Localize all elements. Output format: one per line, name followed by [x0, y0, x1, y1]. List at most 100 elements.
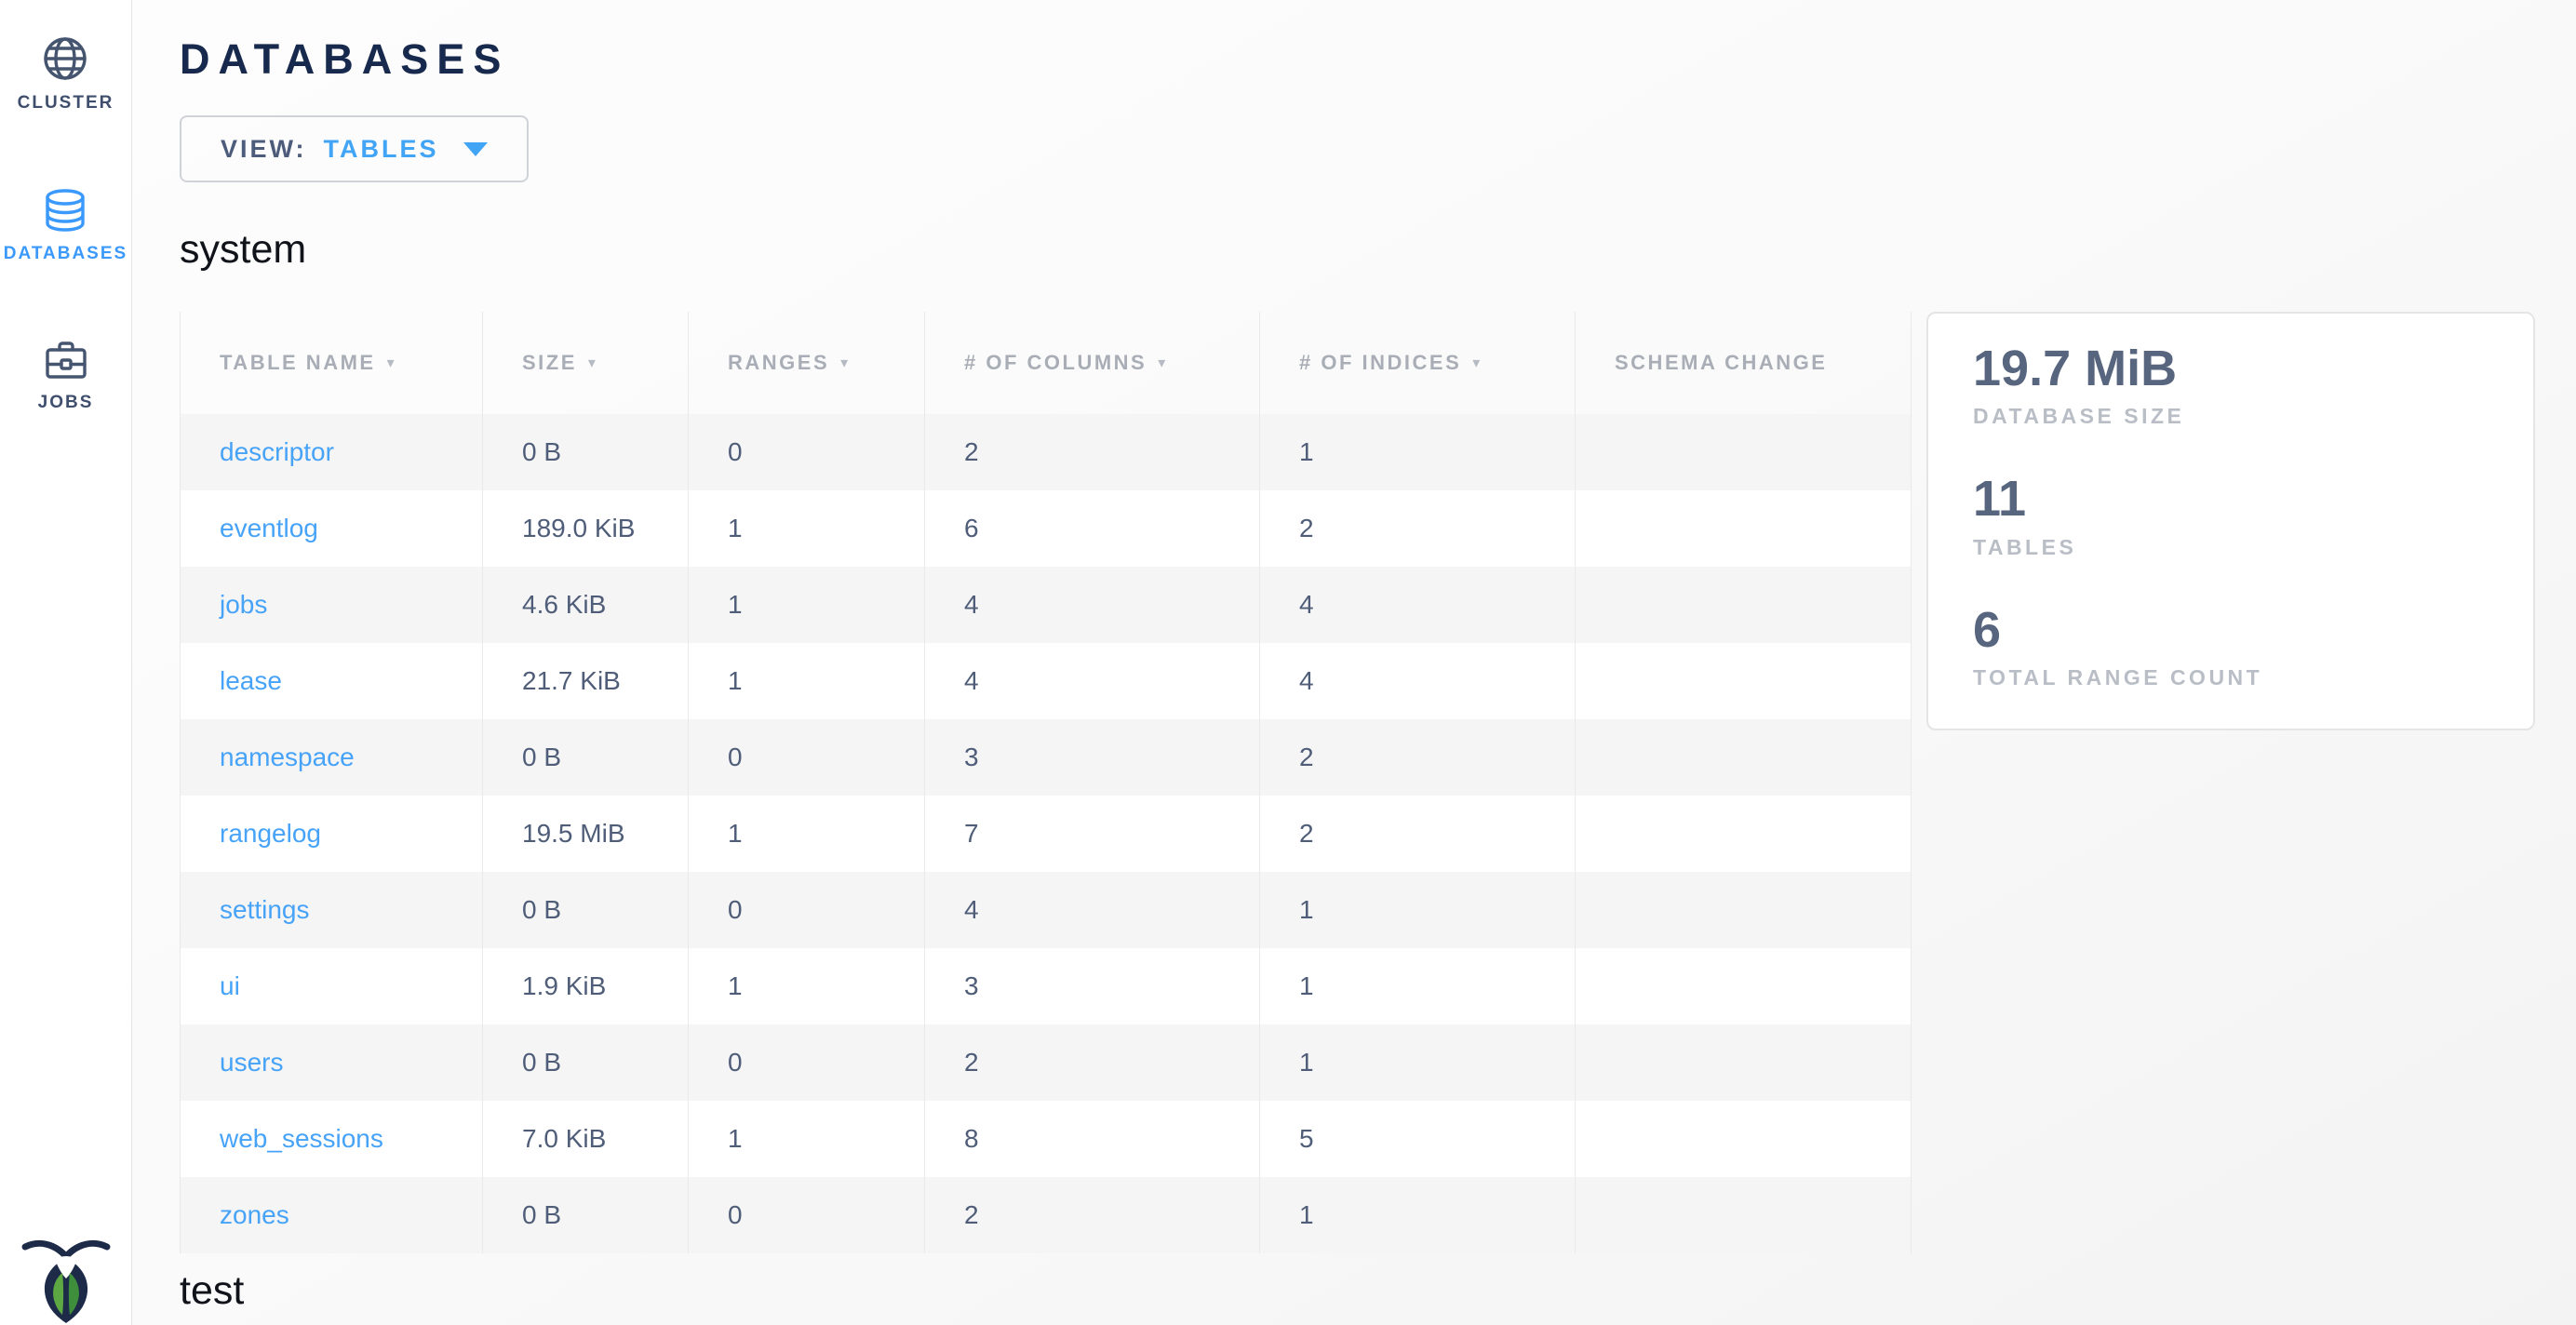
chevron-down-icon	[463, 142, 488, 156]
column-header-table-name[interactable]: TABLE NAME ▾	[181, 312, 483, 414]
summary-value: 6	[1973, 603, 2515, 658]
cell-columns: 4	[925, 567, 1260, 643]
table-row: rangelog 19.5 MiB 1 7 2	[181, 796, 1912, 872]
table-header-row: TABLE NAME▾ SIZE▾ RANGES▾ # OF COLUMNS▾ …	[181, 312, 1912, 414]
cell-schema-change	[1576, 1101, 1912, 1177]
table-link-eventlog[interactable]: eventlog	[220, 514, 318, 542]
main-content: DATABASES VIEW: TABLES system TABLE NAME…	[132, 0, 2576, 1325]
view-dropdown[interactable]: VIEW: TABLES	[180, 115, 529, 182]
table-row: descriptor 0 B 0 2 1	[181, 414, 1912, 490]
table-link-namespace[interactable]: namespace	[220, 743, 355, 771]
cell-table-name: descriptor	[181, 414, 483, 490]
cell-indices: 1	[1260, 1177, 1576, 1253]
cell-size: 19.5 MiB	[483, 796, 689, 872]
table-link-zones[interactable]: zones	[220, 1200, 289, 1229]
cell-size: 0 B	[483, 1177, 689, 1253]
sort-caret-icon: ▾	[588, 355, 598, 371]
cockroachdb-logo	[18, 1234, 114, 1323]
table-link-jobs[interactable]: jobs	[220, 590, 267, 619]
sort-caret-icon: ▾	[1158, 355, 1168, 371]
cell-schema-change	[1576, 643, 1912, 719]
cell-table-name: rangelog	[181, 796, 483, 872]
cell-schema-change	[1576, 872, 1912, 948]
cell-size: 1.9 KiB	[483, 948, 689, 1024]
sidebar-item-label: DATABASES	[4, 244, 127, 264]
database-summary-card: 19.7 MiB DATABASE SIZE 11 TABLES 6 TOTAL…	[1926, 312, 2535, 730]
cell-ranges: 0	[689, 1177, 925, 1253]
cell-ranges: 0	[689, 872, 925, 948]
sort-caret-icon: ▾	[387, 355, 397, 371]
sidebar-item-label: CLUSTER	[18, 93, 114, 114]
column-header-label: # OF INDICES	[1299, 351, 1461, 374]
table-link-lease[interactable]: lease	[220, 666, 282, 695]
cell-schema-change	[1576, 719, 1912, 796]
column-header-label: TABLE NAME	[220, 351, 376, 374]
table-link-settings[interactable]: settings	[220, 895, 310, 924]
cell-schema-change	[1576, 948, 1912, 1024]
database-icon	[41, 186, 89, 234]
cell-ranges: 1	[689, 567, 925, 643]
column-header-ranges[interactable]: RANGES ▾	[689, 312, 925, 414]
cell-columns: 2	[925, 414, 1260, 490]
cell-size: 0 B	[483, 719, 689, 796]
sidebar-item-cluster[interactable]: CLUSTER	[18, 33, 114, 114]
cell-indices: 2	[1260, 490, 1576, 567]
cell-table-name: zones	[181, 1177, 483, 1253]
cell-schema-change	[1576, 490, 1912, 567]
cell-columns: 3	[925, 719, 1260, 796]
column-header-label: RANGES	[728, 351, 829, 374]
cell-columns: 3	[925, 948, 1260, 1024]
column-header-size[interactable]: SIZE▾	[483, 312, 689, 414]
sidebar-item-jobs[interactable]: JOBS	[38, 337, 94, 413]
briefcase-icon	[42, 337, 90, 383]
cell-table-name: lease	[181, 643, 483, 719]
sidebar-item-label: JOBS	[38, 393, 94, 413]
table-link-ui[interactable]: ui	[220, 971, 240, 1000]
table-row: web_sessions 7.0 KiB 1 8 5	[181, 1101, 1912, 1177]
table-row: eventlog 189.0 KiB 1 6 2	[181, 490, 1912, 567]
column-header-label: # OF COLUMNS	[964, 351, 1147, 374]
cell-columns: 8	[925, 1101, 1260, 1177]
summary-total-range-count: 6 TOTAL RANGE COUNT	[1973, 603, 2515, 690]
column-header-label: SCHEMA CHANGE	[1615, 351, 1827, 374]
column-header-num-indices[interactable]: # OF INDICES ▾	[1260, 312, 1576, 414]
column-header-schema-change: SCHEMA CHANGE	[1576, 312, 1912, 414]
cell-size: 0 B	[483, 1024, 689, 1101]
cell-schema-change	[1576, 1024, 1912, 1101]
summary-value: 11	[1973, 472, 2515, 527]
sort-caret-icon: ▾	[1472, 355, 1483, 371]
table-row: users 0 B 0 2 1	[181, 1024, 1912, 1101]
sort-caret-icon: ▾	[840, 355, 851, 371]
cell-ranges: 0	[689, 414, 925, 490]
cell-size: 4.6 KiB	[483, 567, 689, 643]
cell-table-name: settings	[181, 872, 483, 948]
cell-columns: 2	[925, 1177, 1260, 1253]
table-link-rangelog[interactable]: rangelog	[220, 819, 321, 848]
sidebar-item-databases[interactable]: DATABASES	[4, 186, 127, 264]
summary-label: TOTAL RANGE COUNT	[1973, 665, 2515, 690]
cell-table-name: users	[181, 1024, 483, 1101]
column-header-num-columns[interactable]: # OF COLUMNS ▾	[925, 312, 1260, 414]
cell-ranges: 1	[689, 643, 925, 719]
cell-size: 7.0 KiB	[483, 1101, 689, 1177]
cell-columns: 7	[925, 796, 1260, 872]
table-link-web-sessions[interactable]: web_sessions	[220, 1124, 383, 1153]
cell-schema-change	[1576, 1177, 1912, 1253]
view-dropdown-value: TABLES	[324, 135, 439, 164]
cell-ranges: 0	[689, 719, 925, 796]
cell-table-name: namespace	[181, 719, 483, 796]
table-link-descriptor[interactable]: descriptor	[220, 437, 334, 466]
cell-indices: 2	[1260, 796, 1576, 872]
cell-indices: 1	[1260, 872, 1576, 948]
cell-size: 0 B	[483, 414, 689, 490]
cell-columns: 6	[925, 490, 1260, 567]
cell-indices: 4	[1260, 567, 1576, 643]
view-dropdown-label: VIEW:	[221, 135, 307, 164]
table-row: settings 0 B 0 4 1	[181, 872, 1912, 948]
cell-ranges: 1	[689, 490, 925, 567]
cell-columns: 4	[925, 643, 1260, 719]
cell-indices: 4	[1260, 643, 1576, 719]
cell-table-name: eventlog	[181, 490, 483, 567]
table-link-users[interactable]: users	[220, 1048, 283, 1077]
summary-label: TABLES	[1973, 535, 2515, 560]
